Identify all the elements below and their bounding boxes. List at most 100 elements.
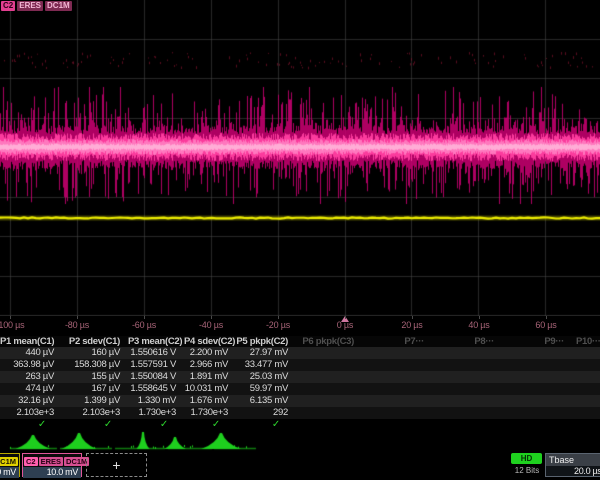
trace-tag-channel: C2	[1, 1, 15, 11]
measurement-cell: 1.550084 V	[128, 371, 184, 383]
measurement-status	[432, 419, 502, 431]
plus-icon: +	[87, 454, 146, 476]
measurement-cell	[502, 347, 572, 359]
measurement-cell	[432, 383, 502, 395]
c2-vdiv: 10.0 mV	[23, 467, 81, 478]
measurement-row: 263 µV155 µV1.550084 V1.891 mV25.03 mV	[0, 371, 600, 383]
measurement-cell: 363.98 µV	[0, 359, 62, 371]
measurement-row: 2.103e+32.103e+31.730e+31.730e+3292	[0, 407, 600, 419]
measurement-cell: 160 µV	[62, 347, 128, 359]
timebase-label: Tbase	[546, 454, 600, 466]
measurement-cell	[572, 371, 600, 383]
measurement-cell	[296, 383, 362, 395]
measurement-cell: 1.730e+3	[128, 407, 184, 419]
timebase-descriptor[interactable]: Tbase 20.0 µs/div	[545, 453, 600, 477]
axis-label: 0 µs	[322, 320, 368, 330]
timebase-tdiv: 20.0 µs/div	[546, 466, 600, 477]
measurement-cell: 1.891 mV	[184, 371, 236, 383]
measurement-cell	[572, 407, 600, 419]
measurement-status: ✓	[62, 419, 128, 431]
axis-tick	[412, 316, 413, 319]
measurement-cell	[432, 407, 502, 419]
measurement-header-p7[interactable]: P7···	[362, 336, 432, 347]
measurement-cell	[572, 383, 600, 395]
measurement-header-p8[interactable]: P8···	[432, 336, 502, 347]
measurement-cell: 167 µV	[62, 383, 128, 395]
axis-tick	[211, 316, 212, 319]
measurement-status	[296, 419, 362, 431]
measurement-cell	[432, 371, 502, 383]
measurement-status	[362, 419, 432, 431]
measurement-header-p2[interactable]: P2 sdev(C1)	[62, 336, 128, 347]
measurement-header-p5[interactable]: P5 pkpk(C2)	[236, 336, 296, 347]
measurement-cell	[296, 407, 362, 419]
measurement-cell: 6.135 mV	[236, 395, 296, 407]
measurement-cell: 10.031 mV	[184, 383, 236, 395]
measurement-cell: 1.399 µV	[62, 395, 128, 407]
measurement-status: ✓	[184, 419, 236, 431]
axis-tick	[10, 316, 11, 319]
axis-tick	[479, 316, 480, 319]
measurement-cell	[362, 347, 432, 359]
measurement-header-p9[interactable]: P9···	[502, 336, 572, 347]
descriptor-bar: DC1M 10.0 mV C2 ERESDC1M 10.0 mV + HD 12…	[0, 452, 600, 480]
measurement-cell	[296, 359, 362, 371]
measurement-cell	[502, 407, 572, 419]
measurement-cell: 1.557591 V	[128, 359, 184, 371]
measurement-cell	[572, 347, 600, 359]
measurement-cell: 27.97 mV	[236, 347, 296, 359]
c2-channel-badge: C2	[24, 457, 38, 466]
measurement-cell	[432, 347, 502, 359]
measurement-cell: 2.966 mV	[184, 359, 236, 371]
measurement-cell	[502, 359, 572, 371]
channel-descriptor-c1[interactable]: DC1M 10.0 mV	[0, 453, 20, 477]
measurement-cell: 2.103e+3	[62, 407, 128, 419]
measurement-status: ✓	[0, 419, 62, 431]
measurement-cell: 2.200 mV	[184, 347, 236, 359]
measurement-cell	[502, 383, 572, 395]
measurement-status: ✓	[236, 419, 296, 431]
measurement-cell: 1.550616 V	[128, 347, 184, 359]
channel-descriptor-c2[interactable]: C2 ERESDC1M 10.0 mV	[22, 453, 82, 477]
measurement-cell	[502, 371, 572, 383]
measurement-header-p4[interactable]: P4 sdev(C2)	[184, 336, 236, 347]
axis-label: 20 µs	[389, 320, 435, 330]
time-axis: -100 µs-80 µs-60 µs-40 µs-20 µs0 µs20 µs…	[0, 316, 600, 336]
measurement-status	[572, 419, 600, 431]
axis-tick	[345, 316, 346, 319]
axis-tick	[546, 316, 547, 319]
measurement-cell: 292	[236, 407, 296, 419]
measurement-cell	[296, 371, 362, 383]
hd-bits-label: 12 Bits	[511, 466, 543, 475]
histicon-canvas	[0, 431, 600, 451]
measurement-cell: 440 µV	[0, 347, 62, 359]
measurement-cell	[432, 359, 502, 371]
measurement-header-p1[interactable]: P1 mean(C1)	[0, 336, 62, 347]
add-trace-button[interactable]: +	[86, 453, 147, 477]
oscilloscope-screen: C2 ERESDC1M -100 µs-80 µs-60 µs-40 µs-20…	[0, 0, 600, 480]
measurement-cell	[296, 395, 362, 407]
axis-label: -60 µs	[121, 320, 167, 330]
measurement-table: P1 mean(C1)P2 sdev(C1)P3 mean(C2)P4 sdev…	[0, 336, 600, 431]
measurement-header-p6[interactable]: P6 pkpk(C3)	[296, 336, 362, 347]
axis-label: -40 µs	[188, 320, 234, 330]
measurement-cell	[362, 371, 432, 383]
measurement-row: 440 µV160 µV1.550616 V2.200 mV27.97 mV	[0, 347, 600, 359]
measurement-status: ✓	[128, 419, 184, 431]
trace-tag: C2 ERESDC1M	[1, 0, 72, 11]
measurement-cell: 1.330 mV	[128, 395, 184, 407]
measurement-cell: 263 µV	[0, 371, 62, 383]
measurement-cell: 2.103e+3	[0, 407, 62, 419]
measurement-cell: 1.558645 V	[128, 383, 184, 395]
axis-tick	[144, 316, 145, 319]
hd-mode-badge: HD	[511, 453, 542, 464]
measurement-cell	[362, 383, 432, 395]
measurement-header-p10[interactable]: P10···	[572, 336, 600, 347]
measurement-cell	[432, 395, 502, 407]
measurement-cell	[362, 407, 432, 419]
axis-label: 40 µs	[456, 320, 502, 330]
measurement-header-p3[interactable]: P3 mean(C2)	[128, 336, 184, 347]
measurement-row: 363.98 µV158.308 µV1.557591 V2.966 mV33.…	[0, 359, 600, 371]
measurement-cell	[362, 395, 432, 407]
c1-coupling-badge: DC1M	[0, 457, 18, 466]
